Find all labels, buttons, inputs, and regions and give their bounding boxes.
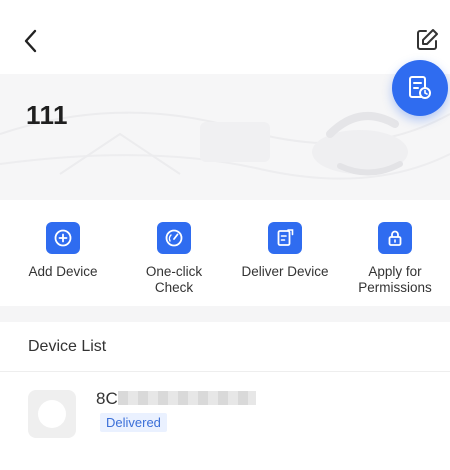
list-item[interactable]: 8C Delivered: [0, 372, 450, 452]
lock-icon: [388, 230, 402, 246]
device-list-header: Device List: [0, 322, 450, 372]
apply-permissions-label: Apply for Permissions: [358, 264, 432, 295]
deliver-doc-icon: [277, 229, 294, 246]
deliver-doc-icon-tile: [268, 222, 302, 254]
lock-icon-tile: [378, 222, 412, 254]
device-name-redaction: [118, 391, 256, 405]
banner-decoration: [0, 111, 450, 180]
chevron-left-icon: [24, 29, 37, 53]
device-thumbnail: [28, 390, 76, 438]
device-name: 8C: [96, 389, 118, 408]
deliver-device-label: Deliver Device: [241, 264, 329, 279]
add-device-button[interactable]: Add Device: [8, 222, 118, 280]
floating-action-button[interactable]: [392, 60, 448, 116]
top-bar: [0, 0, 450, 74]
back-button[interactable]: [20, 28, 44, 54]
section-divider: [0, 306, 450, 322]
device-thumbnail-dot: [38, 400, 66, 428]
one-click-check-label: One-click Check: [145, 264, 203, 295]
edit-button[interactable]: [414, 27, 440, 53]
add-circle-icon-tile: [46, 222, 80, 254]
check-gauge-icon: [165, 229, 183, 247]
add-device-label: Add Device: [28, 264, 98, 279]
status-badge: Delivered: [100, 413, 167, 432]
apply-permissions-button[interactable]: Apply for Permissions: [340, 222, 450, 296]
deliver-device-button[interactable]: Deliver Device: [230, 222, 340, 280]
check-gauge-icon-tile: [157, 222, 191, 254]
add-circle-icon: [54, 229, 72, 247]
device-list-title: Device List: [28, 338, 107, 355]
document-clock-icon: [409, 76, 431, 99]
page-title: 111: [26, 100, 69, 130]
action-bar: Add Device One-click Check Deliver Devic…: [0, 200, 450, 306]
edit-icon: [417, 29, 438, 50]
one-click-check-button[interactable]: One-click Check: [119, 222, 229, 296]
